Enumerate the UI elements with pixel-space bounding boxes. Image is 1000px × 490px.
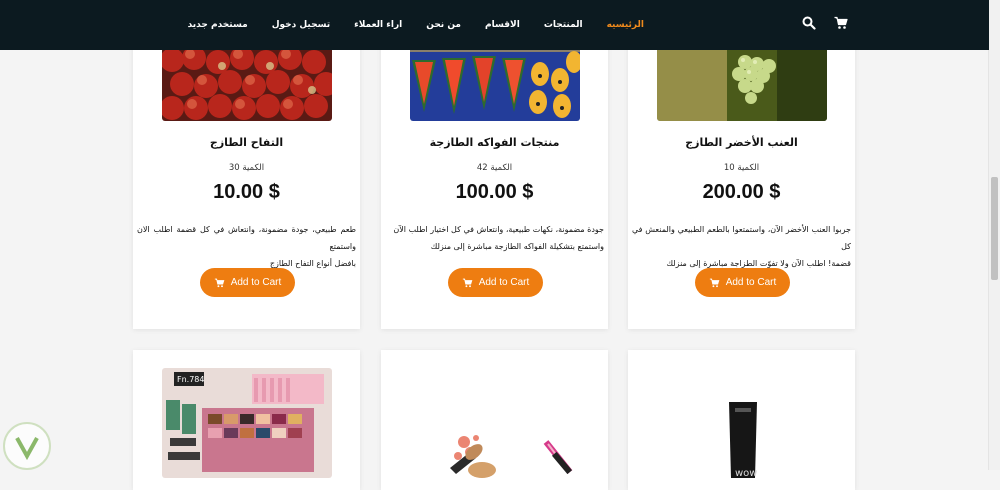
product-title: منتجات الفواكه الطازجة bbox=[429, 136, 560, 149]
add-to-cart-button[interactable]: Add to Cart bbox=[200, 268, 295, 297]
add-to-cart-button[interactable]: Add to Cart bbox=[448, 268, 543, 297]
search-icon[interactable] bbox=[802, 16, 816, 30]
product-description: جودة مضمونة، نكهات طبيعية، وانتعاش في كل… bbox=[393, 225, 604, 251]
kit-badge: Fn.784 bbox=[177, 375, 204, 384]
product-quantity: الكمية 10 bbox=[723, 163, 760, 173]
nav-login[interactable]: تسجيل دخول bbox=[272, 20, 330, 30]
cart-icon bbox=[214, 278, 225, 287]
nav-links: الرئيسيه المنتجات الاقسام من نحن اراء ال… bbox=[188, 0, 644, 50]
cosmetics-kit-image: Fn.784 bbox=[162, 368, 332, 478]
product-quantity: الكمية 42 bbox=[476, 163, 513, 173]
top-navbar: الرئيسيه المنتجات الاقسام من نحن اراء ال… bbox=[0, 0, 989, 50]
product-price: 200.00 $ bbox=[702, 181, 781, 203]
product-card-cosmetics-kit: Fn.784 bbox=[133, 350, 360, 490]
add-to-cart-button[interactable]: Add to Cart bbox=[695, 268, 790, 297]
nav-about[interactable]: من نحن bbox=[426, 20, 461, 30]
nav-products[interactable]: المنتجات bbox=[544, 20, 583, 30]
product-description: جربوا العنب الأخضر الآن، واستمتعوا بالطع… bbox=[632, 225, 851, 268]
watermark-logo bbox=[3, 422, 51, 470]
nav-categories[interactable]: الاقسام bbox=[485, 20, 520, 30]
makeup-brushes-image bbox=[410, 368, 580, 478]
nav-reviews[interactable]: اراء العملاء bbox=[354, 20, 402, 30]
product-card-skincare-tube: wow bbox=[628, 350, 855, 490]
product-description: طعم طبيعي، جودة مضمونة، وانتعاش في كل قض… bbox=[137, 225, 356, 268]
add-to-cart-label: Add to Cart bbox=[725, 277, 777, 288]
product-price: 100.00 $ bbox=[455, 181, 534, 203]
add-to-cart-label: Add to Cart bbox=[230, 277, 282, 288]
product-title: العنب الأخضر الطازج bbox=[685, 136, 798, 149]
product-quantity: الكمية 30 bbox=[228, 163, 265, 173]
nav-home[interactable]: الرئيسيه bbox=[607, 20, 644, 30]
product-card-makeup-brushes bbox=[381, 350, 608, 490]
product-title: التفاح الطازج bbox=[209, 136, 284, 149]
scrollbar-thumb[interactable] bbox=[991, 177, 998, 280]
add-to-cart-label: Add to Cart bbox=[478, 277, 530, 288]
product-price: 10.00 $ bbox=[213, 181, 280, 203]
nav-register[interactable]: مستخدم جديد bbox=[188, 20, 248, 30]
cart-icon bbox=[462, 278, 473, 287]
skincare-tube-image: wow bbox=[657, 368, 827, 478]
cart-icon bbox=[709, 278, 720, 287]
page-scrollbar[interactable] bbox=[988, 0, 1000, 470]
cart-icon[interactable] bbox=[834, 16, 848, 30]
